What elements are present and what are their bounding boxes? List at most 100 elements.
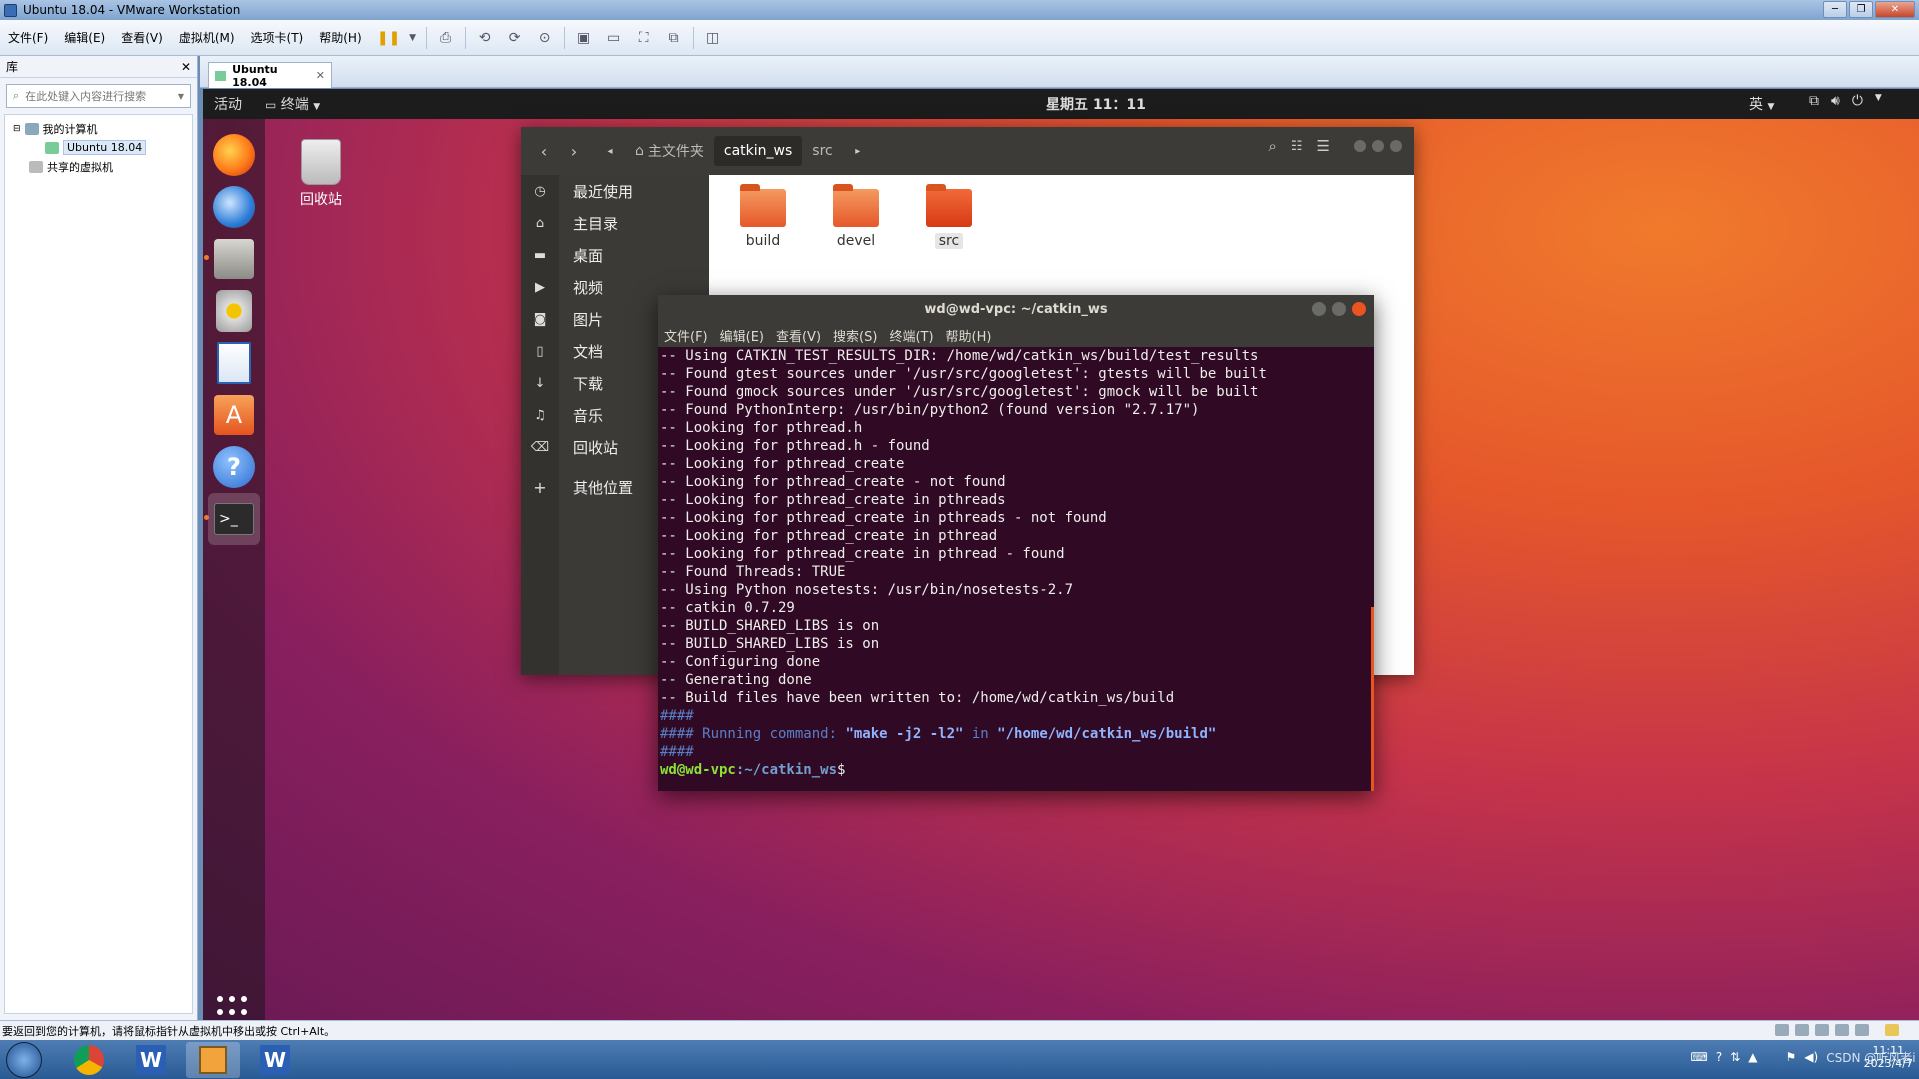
forward-icon[interactable]: › (559, 136, 589, 166)
files-headerbar: ‹ › ◂ ⌂ 主文件夹 catkin_ws src ▸ ⌕ ☷ ☰ (521, 127, 1414, 175)
show-applications-icon[interactable] (217, 996, 249, 1020)
close-library-icon[interactable]: ✕ (181, 60, 191, 74)
terminal-menu-search[interactable]: 搜索(S) (833, 326, 877, 345)
menu-help[interactable]: 帮助(H) (319, 29, 361, 46)
close-button[interactable]: ✕ (1875, 1, 1915, 18)
printer-icon[interactable] (1835, 1024, 1849, 1036)
dock-thunderbird[interactable] (208, 181, 260, 233)
activities-button[interactable]: 活动 (214, 94, 242, 114)
terminal-window[interactable]: wd@wd-vpc: ~/catkin_ws 文件(F) 编辑(E) 查看(V)… (658, 295, 1374, 791)
tree-node-shared[interactable]: 共享的虚拟机 (5, 157, 192, 176)
folder-src[interactable]: src (912, 184, 986, 249)
view-list-icon[interactable]: ☷ (1291, 139, 1303, 154)
chevron-down-icon: ▼ (313, 102, 321, 112)
sound-icon[interactable] (1855, 1024, 1869, 1036)
breadcrumb-right-icon[interactable]: ▸ (843, 136, 873, 166)
status-message: 要返回到您的计算机，请将鼠标指针从虚拟机中移出或按 Ctrl+Alt。 (2, 1024, 336, 1038)
menu-tabs[interactable]: 选项卡(T) (251, 29, 304, 46)
library-search-input[interactable]: ⌕ 在此处键入内容进行搜索 ▼ (6, 84, 191, 108)
system-status-area[interactable]: ⧉ 🔊︎ ⏻ ▼ (1809, 93, 1882, 109)
dock-help[interactable]: ? (208, 441, 260, 493)
minimize-button[interactable]: ─ (1823, 1, 1847, 18)
prompt-end: $ (837, 762, 846, 778)
breadcrumb-src[interactable]: src (802, 136, 842, 166)
snapshot-manager-icon[interactable]: ⊙ (534, 27, 556, 49)
back-icon[interactable]: ‹ (529, 136, 559, 166)
dock-terminal[interactable]: >_ (204, 493, 260, 545)
keyboard-icon[interactable]: ⌨ (1691, 1050, 1708, 1064)
pause-icon[interactable]: ❚❚ (377, 27, 400, 49)
terminal-menu-file[interactable]: 文件(F) (664, 326, 708, 345)
tray-network-icon[interactable]: ⇅ (1730, 1050, 1740, 1064)
network-adapter-icon[interactable] (1815, 1024, 1829, 1036)
start-button[interactable] (6, 1042, 42, 1078)
dock-files[interactable] (204, 233, 260, 285)
clock[interactable]: 星期五 11：11 (1046, 94, 1146, 114)
close-icon[interactable] (1390, 140, 1402, 152)
sidebar-item-home[interactable]: ⌂ 主目录 (521, 207, 709, 239)
minimize-icon[interactable] (1312, 302, 1326, 316)
folder-devel[interactable]: devel (819, 184, 893, 249)
unity-icon[interactable]: ⧉ (663, 27, 685, 49)
dock-software[interactable]: A (208, 389, 260, 441)
breadcrumb-left-icon[interactable]: ◂ (595, 136, 625, 166)
app-menu[interactable]: ▭ 终端 ▼ (265, 94, 320, 114)
library-view-icon[interactable]: ▣ (573, 27, 595, 49)
help-tray-icon[interactable]: ? (1716, 1050, 1722, 1064)
message-icon[interactable] (1885, 1024, 1899, 1036)
menu-file[interactable]: 文件(F) (8, 29, 48, 46)
terminal-hash-line: #### (660, 708, 694, 724)
close-icon[interactable] (1352, 302, 1366, 316)
breadcrumb-home[interactable]: ⌂ 主文件夹 (625, 136, 714, 166)
revert-snapshot-icon[interactable]: ⟳ (504, 27, 526, 49)
sidebar-item-desktop[interactable]: ▬ 桌面 (521, 239, 709, 271)
cd-icon[interactable] (1795, 1024, 1809, 1036)
fullscreen-icon[interactable]: ⛶ (633, 27, 655, 49)
folder-build[interactable]: build (726, 184, 800, 249)
snapshot-icon[interactable]: ⟲ (474, 27, 496, 49)
tree-node-my-computer[interactable]: ⊟ 我的计算机 (5, 119, 192, 138)
volume-icon[interactable]: ◀) (1804, 1050, 1818, 1064)
terminal-scrollbar[interactable] (1371, 607, 1374, 791)
send-ctrl-alt-del-icon[interactable]: ⎙ (435, 27, 457, 49)
preferences-view-icon[interactable]: ◫ (702, 27, 724, 49)
menu-vm[interactable]: 虚拟机(M) (179, 29, 235, 46)
console-view-icon[interactable]: ▭ (603, 27, 625, 49)
terminal-menu-view[interactable]: 查看(V) (776, 326, 821, 345)
terminal-menu-edit[interactable]: 编辑(E) (720, 326, 764, 345)
collapse-icon[interactable]: ⊟ (13, 124, 21, 134)
dropdown-arrow-icon[interactable]: ▼ (408, 27, 418, 49)
taskbar-chrome[interactable] (62, 1042, 116, 1078)
terminal-menu-help[interactable]: 帮助(H) (946, 326, 992, 345)
maximize-icon[interactable] (1372, 140, 1384, 152)
close-tab-icon[interactable]: ✕ (316, 69, 325, 82)
search-icon[interactable]: ⌕ (1268, 137, 1276, 155)
breadcrumb-catkin-ws[interactable]: catkin_ws (713, 136, 803, 166)
hard-disk-icon[interactable] (1775, 1024, 1789, 1036)
taskbar-word-1[interactable]: W (124, 1042, 178, 1078)
dock-writer[interactable] (208, 337, 260, 389)
menu-view[interactable]: 查看(V) (121, 29, 163, 46)
tab-ubuntu[interactable]: Ubuntu 18.04 ✕ (208, 62, 332, 89)
search-icon: ⌕ (13, 89, 20, 102)
maximize-icon[interactable] (1332, 302, 1346, 316)
terminal-menu-terminal[interactable]: 终端(T) (889, 326, 933, 345)
menu-edit[interactable]: 编辑(E) (64, 29, 105, 46)
chevron-down-icon[interactable]: ▼ (178, 92, 184, 101)
restore-button[interactable]: ❐ (1849, 1, 1873, 18)
taskbar-vmware[interactable] (186, 1042, 240, 1078)
hamburger-menu-icon[interactable]: ☰ (1317, 137, 1330, 155)
taskbar-word-2[interactable]: W (248, 1042, 302, 1078)
dock-firefox[interactable] (208, 129, 260, 181)
action-center-icon[interactable]: ⚑ (1786, 1050, 1797, 1064)
terminal-output[interactable]: -- Using CATKIN_TEST_RESULTS_DIR: /home/… (658, 347, 1374, 779)
input-method-indicator[interactable]: 英 ▼ (1749, 94, 1774, 114)
desktop-trash[interactable]: 回收站 (278, 139, 364, 209)
sidebar-item-recent[interactable]: ◷ 最近使用 (521, 175, 709, 207)
terminal-title-bar[interactable]: wd@wd-vpc: ~/catkin_ws (658, 295, 1374, 323)
tree-node-ubuntu[interactable]: Ubuntu 18.04 (5, 138, 192, 157)
dock-rhythmbox[interactable] (208, 285, 260, 337)
minimize-icon[interactable] (1354, 140, 1366, 152)
show-hidden-icons[interactable]: ▲ (1748, 1050, 1757, 1064)
ubuntu-desktop[interactable]: 活动 ▭ 终端 ▼ 星期五 11：11 英 ▼ ⧉ 🔊︎ ⏻ ▼ A ? >_ … (203, 89, 1919, 1020)
